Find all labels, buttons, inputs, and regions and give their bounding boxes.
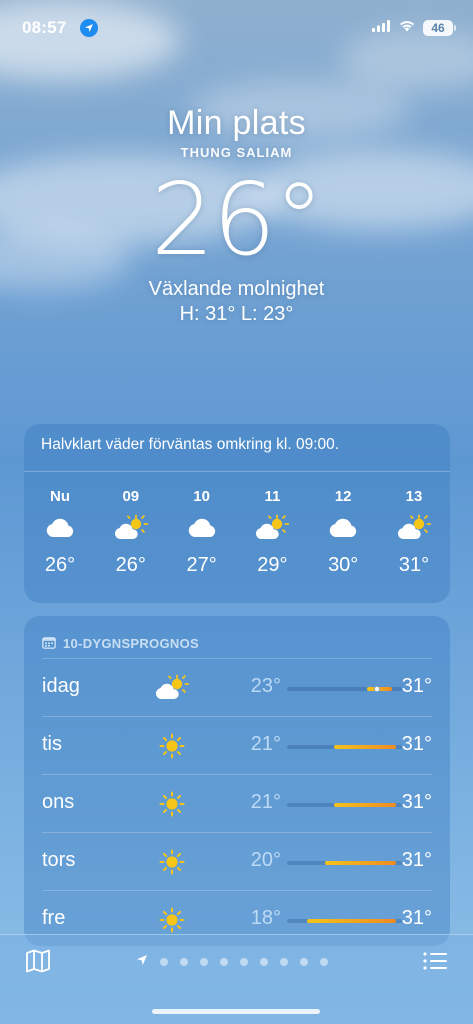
page-dot[interactable] [260, 958, 268, 966]
page-dot[interactable] [180, 958, 188, 966]
list-icon[interactable] [421, 948, 449, 974]
temperature-range-bar [287, 803, 402, 807]
hourly-forecast-card[interactable]: Halvklart väder förväntas omkring kl. 09… [24, 424, 450, 603]
hour-temp: 30° [328, 554, 359, 576]
day-high-temp: 31° [401, 733, 432, 755]
temperature-range-fill [307, 919, 396, 923]
cloud-icon [315, 508, 371, 548]
sun-icon [152, 845, 192, 879]
temperature-range-bar [287, 686, 402, 692]
temperature-range-fill [333, 803, 396, 807]
hour-temp: 31° [398, 554, 430, 576]
location-arrow-icon [80, 19, 98, 37]
home-indicator[interactable] [152, 1009, 320, 1014]
wifi-icon [399, 19, 415, 37]
day-high-temp: 31° [401, 791, 432, 813]
sun-icon [152, 729, 192, 763]
sun-icon [152, 787, 192, 821]
daily-row[interactable]: tors 20° 31° [42, 832, 432, 890]
temperature-range-bar [287, 861, 402, 865]
current-weather: Min plats THUNG SALIAM 26° Växlande moln… [0, 104, 473, 326]
status-time: 08:57 [22, 18, 67, 37]
calendar-icon [42, 636, 56, 652]
status-bar: 08:57 46 [0, 16, 473, 42]
day-high-temp: 31° [401, 849, 432, 871]
hour-temp: 29° [257, 554, 288, 576]
sublocation-label: THUNG SALIAM [180, 145, 293, 160]
daily-header-label: 10-DYGNSPROGNOS [63, 636, 199, 651]
hour-label: Nu [50, 488, 70, 505]
hour-temp: 26° [115, 554, 146, 576]
temperature-range-bar [287, 919, 402, 923]
hour-item: 13 31° [386, 488, 442, 577]
page-dot[interactable] [300, 958, 308, 966]
hour-item: 12 30° [315, 488, 371, 577]
daily-forecast-card[interactable]: 10-DYGNSPROGNOS idag 23° 31° tis 21° 31° ons 21… [24, 616, 450, 946]
page-dot[interactable] [240, 958, 248, 966]
bottom-toolbar [0, 934, 473, 1024]
temperature-range-fill [333, 745, 396, 749]
hour-item: 10 27° [174, 488, 230, 577]
hour-item: 11 29° [244, 488, 300, 577]
hour-label: 12 [334, 488, 352, 505]
day-low-temp: 21° [250, 791, 281, 813]
hour-temp: 26° [44, 554, 76, 576]
location-title: Min plats [167, 104, 306, 142]
page-indicator[interactable] [136, 953, 328, 971]
hourly-row[interactable]: Nu 26° 09 26° 10 27° 11 29° 12 30° 13 31… [24, 472, 450, 577]
daily-row[interactable]: tis 21° 31° [42, 716, 432, 774]
current-temperature: 26° [150, 161, 324, 278]
day-low-temp: 20° [250, 849, 281, 871]
hour-label: 13 [405, 488, 423, 505]
high-low-label: H: 31° L: 23° [179, 303, 294, 325]
day-name: tis [42, 733, 62, 755]
day-name: fre [42, 907, 66, 929]
partly-cloudy-icon [103, 508, 159, 548]
daily-row[interactable]: ons 21° 31° [42, 774, 432, 832]
daily-header: 10-DYGNSPROGNOS [24, 616, 450, 658]
temperature-range-fill [367, 687, 392, 691]
day-low-temp: 23° [250, 675, 281, 697]
sun-icon [152, 903, 192, 937]
day-low-temp: 18° [250, 907, 281, 929]
day-high-temp: 31° [401, 907, 432, 929]
hour-item: Nu 26° [32, 488, 88, 577]
current-temp-marker [373, 686, 380, 692]
page-dot[interactable] [280, 958, 288, 966]
day-name: ons [42, 791, 75, 813]
partly-cloudy-icon [152, 671, 192, 705]
map-icon[interactable] [24, 948, 52, 974]
hour-temp: 27° [186, 554, 217, 576]
daily-row[interactable]: idag 23° 31° [42, 658, 432, 716]
partly-cloudy-icon [244, 508, 300, 548]
day-low-temp: 21° [250, 733, 281, 755]
hour-label: 11 [264, 488, 281, 505]
hour-label: 10 [193, 488, 210, 505]
cellular-signal-icon [372, 19, 391, 37]
hourly-summary: Halvklart väder förväntas omkring kl. 09… [24, 424, 450, 472]
hour-label: 09 [122, 488, 140, 505]
cloud-icon [174, 508, 230, 548]
page-dot[interactable] [200, 958, 208, 966]
page-dot[interactable] [220, 958, 228, 966]
temperature-range-fill [324, 861, 396, 865]
location-arrow-icon [136, 953, 148, 971]
temperature-range-bar [287, 745, 402, 749]
day-high-temp: 31° [401, 675, 432, 697]
page-dot[interactable] [320, 958, 328, 966]
cloud-icon [32, 508, 88, 548]
day-name: tors [42, 849, 76, 871]
page-dot[interactable] [160, 958, 168, 966]
condition-label: Växlande molnighet [148, 278, 325, 300]
battery-icon: 46 [423, 20, 456, 36]
day-name: idag [42, 675, 80, 697]
hour-item: 09 26° [103, 488, 159, 577]
partly-cloudy-icon [386, 508, 442, 548]
